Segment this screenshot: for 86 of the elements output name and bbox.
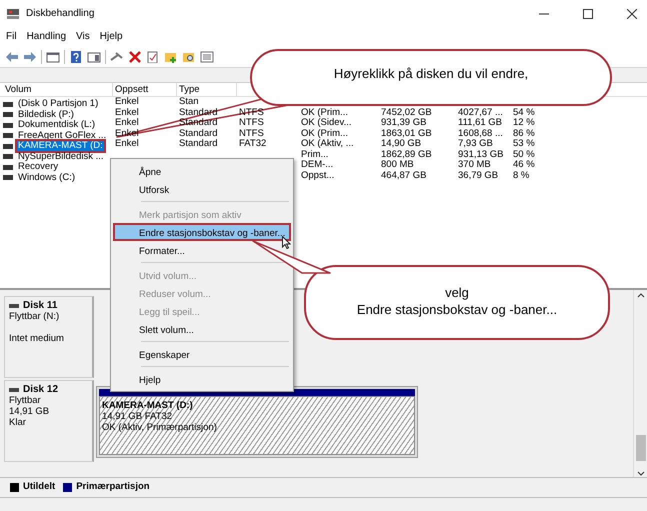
menu-bar-item[interactable]: Vis (76, 29, 90, 44)
menu-item[interactable]: Utforsk (113, 180, 291, 198)
disk-info: 14,91 GB (9, 406, 50, 417)
table-cell: OK (Sidev... (301, 117, 352, 128)
table-cell: 12 % (513, 117, 535, 128)
volume-name[interactable]: KAMERA-MAST (D: (15, 139, 106, 153)
table-cell: 36,79 GB (458, 170, 498, 180)
table-cell: 1863,01 GB (381, 128, 432, 138)
table-cell: OK (Prim... (301, 106, 348, 118)
table-cell: 1862,89 GB (381, 148, 432, 160)
table-cell: 4027,67 ... (458, 106, 503, 118)
table-cell: 370 MB (458, 159, 491, 170)
partition-status: OK (Aktiv, Primærpartisjon) (102, 422, 217, 433)
folder-search-icon[interactable] (182, 50, 196, 62)
partition-block[interactable]: KAMERA-MAST (D:) 14,91 GB FAT32 OK (Aktiv, Primærpartisjon) (96, 386, 418, 458)
table-cell: 7,93 GB (458, 138, 493, 149)
table-cell: 53 % (513, 138, 535, 149)
table-cell: 54 % (513, 106, 535, 118)
close-icon[interactable] (627, 8, 637, 18)
drive-icon (9, 304, 19, 308)
table-cell: 464,87 GB (381, 170, 426, 180)
table-cell: Oppst... (301, 170, 334, 180)
disk-name: Disk 11 (23, 300, 58, 311)
partition-size: 14,91 GB FAT32 (102, 411, 172, 422)
drive-icon (9, 388, 19, 392)
menu-item[interactable]: Hjelp (113, 370, 291, 388)
delete-icon[interactable] (128, 50, 142, 62)
menu-bar-item[interactable]: Handling (26, 29, 66, 44)
folder-plus-icon[interactable] (164, 50, 178, 62)
table-cell: OK (Prim... (301, 128, 348, 138)
table-cell: Standard (179, 128, 218, 138)
forward-arrow-icon[interactable] (23, 50, 37, 62)
table-cell: NTFS (239, 117, 264, 128)
help-icon[interactable] (69, 50, 83, 62)
table-cell: 1608,68 ... (458, 128, 503, 138)
window-title: Diskbehandling (26, 7, 94, 21)
table-cell: 8 % (513, 170, 530, 180)
media-status: Intet medium (9, 333, 65, 344)
column-header[interactable]: Volum (3, 83, 113, 97)
legend-label: Primærpartisjon (76, 480, 150, 494)
table-cell: OK (Aktiv, ... (301, 138, 354, 149)
menu-bar-item[interactable]: Hjelp (100, 29, 123, 44)
column-header[interactable]: Type (177, 83, 237, 97)
disk-info: Klar (9, 417, 27, 428)
partition-name: KAMERA-MAST (D:) (102, 400, 193, 411)
table-cell: FAT32 (239, 138, 266, 149)
table-cell: Enkel (115, 106, 139, 118)
list-icon[interactable] (200, 50, 214, 62)
chevron-up-icon[interactable] (636, 292, 644, 298)
table-cell: Standard (179, 138, 218, 149)
table-cell: DEM-... (301, 159, 334, 170)
scrollbar-thumb[interactable] (636, 435, 646, 461)
disk-name: Disk 12 (23, 384, 58, 395)
table-cell: 7452,02 GB (381, 106, 432, 118)
back-arrow-icon[interactable] (5, 50, 19, 62)
table-cell: 111,61 GB (458, 117, 502, 128)
menu-item[interactable]: Egenskaper (113, 345, 291, 363)
menu-item[interactable]: Endre stasjonsbokstav og -baner... (113, 223, 291, 241)
chevron-down-icon[interactable] (636, 471, 644, 477)
disk-info: Flyttbar (N:) (9, 311, 60, 322)
table-cell: 86 % (513, 128, 535, 138)
menu-item[interactable]: Slett volum... (113, 320, 291, 338)
table-cell: Stan (179, 96, 199, 107)
table-cell: Prim... (301, 148, 328, 160)
panel-icon[interactable] (46, 50, 60, 62)
table-cell: Enkel (115, 138, 139, 149)
column-header[interactable]: Oppsett (113, 83, 177, 97)
table-cell: 50 % (513, 148, 535, 160)
table-cell: 931,13 GB (458, 148, 504, 160)
disk-management-icon (6, 8, 20, 20)
callout-bubble: velg Endre stasjonsbokstav og -baner... (304, 265, 610, 340)
menu-item[interactable]: Åpne (113, 162, 291, 180)
table-cell: 46 % (513, 159, 535, 170)
checked-document-icon[interactable] (146, 50, 160, 62)
panel-icon[interactable] (87, 50, 101, 62)
table-cell: Enkel (115, 117, 139, 128)
table-cell: NTFS (239, 128, 264, 138)
legend-label: Utildelt (23, 480, 56, 494)
menu-bar-item[interactable]: Fil (6, 29, 17, 44)
table-cell: Enkel (115, 96, 139, 107)
table-cell: 800 MB (381, 159, 414, 170)
disk-info: Flyttbar (9, 395, 42, 406)
mouse-pointer-icon (282, 236, 291, 249)
maximize-icon[interactable] (583, 8, 593, 18)
table-cell: 931,39 GB (381, 117, 426, 128)
table-cell: 14,90 GB (381, 138, 422, 149)
